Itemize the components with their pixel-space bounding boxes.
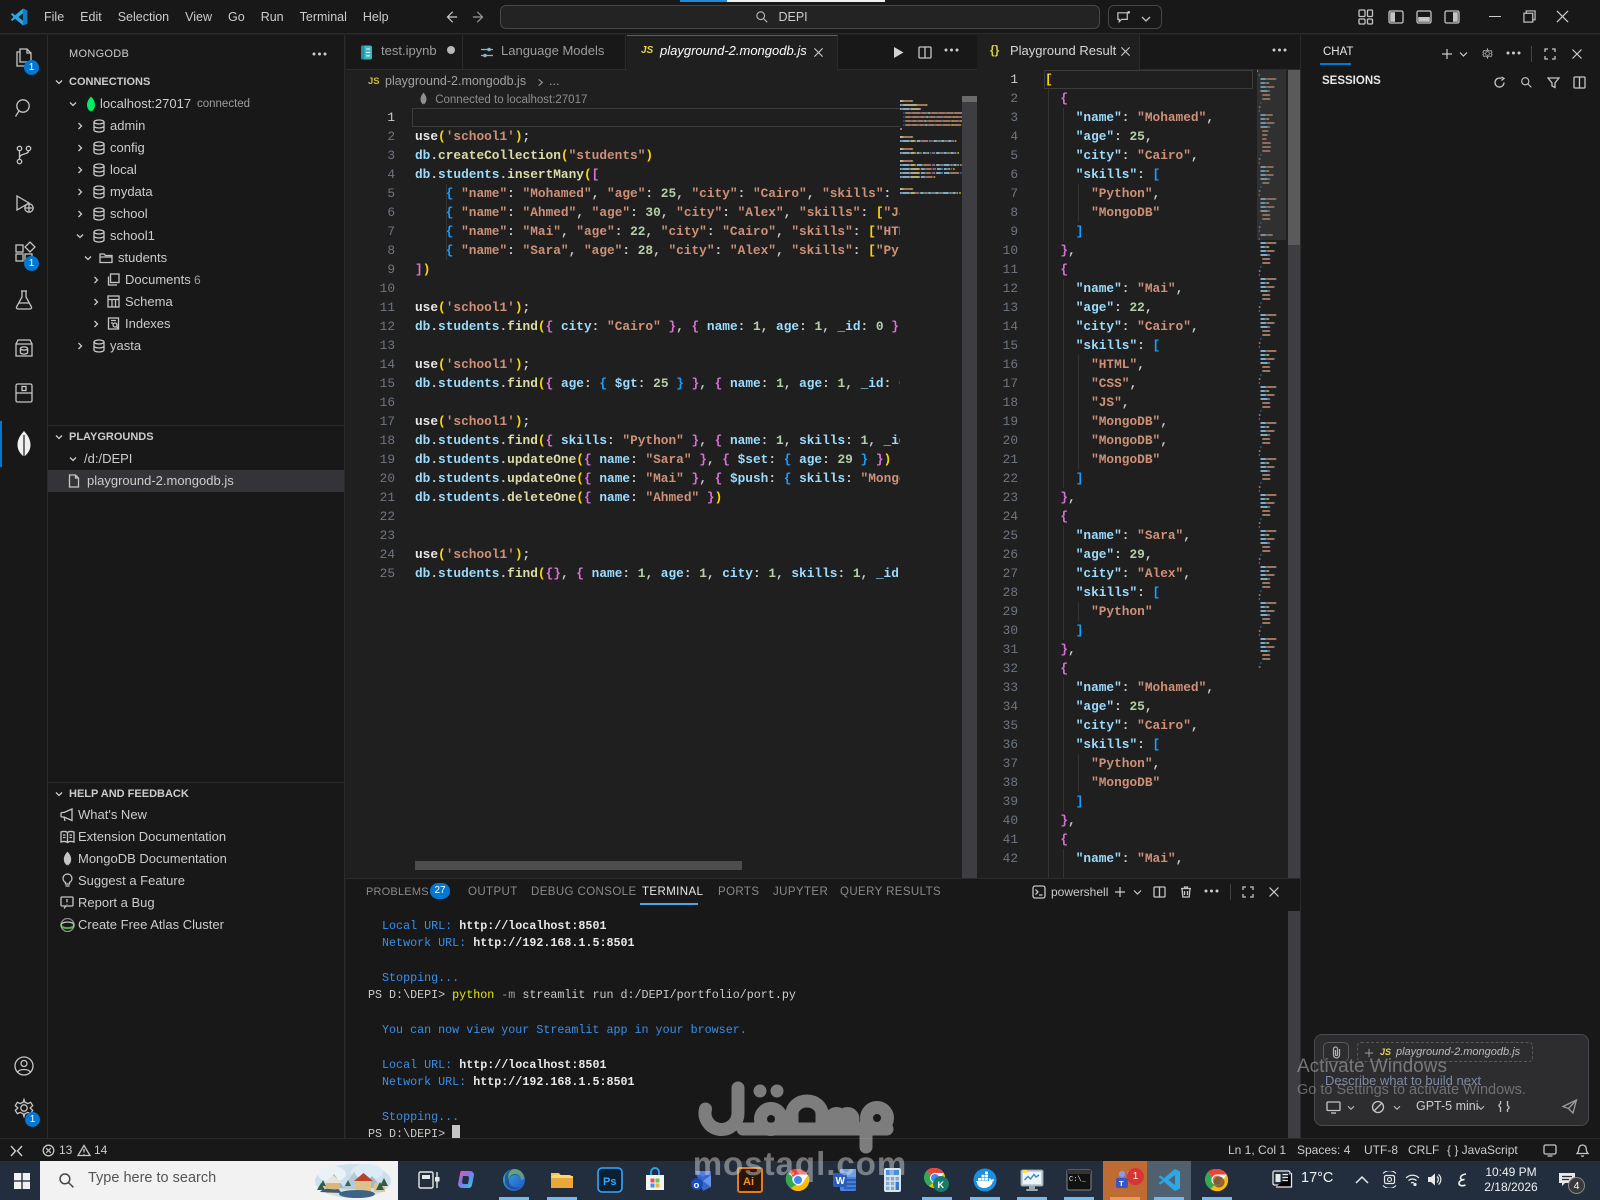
svg-text:C:\_: C:\_: [1069, 1176, 1087, 1184]
svg-text:K: K: [938, 1180, 945, 1190]
svg-text:T: T: [1119, 1179, 1124, 1188]
svg-text:Ps: Ps: [603, 1176, 616, 1188]
svg-text:mostaql.com: mostaql.com: [693, 1145, 908, 1182]
